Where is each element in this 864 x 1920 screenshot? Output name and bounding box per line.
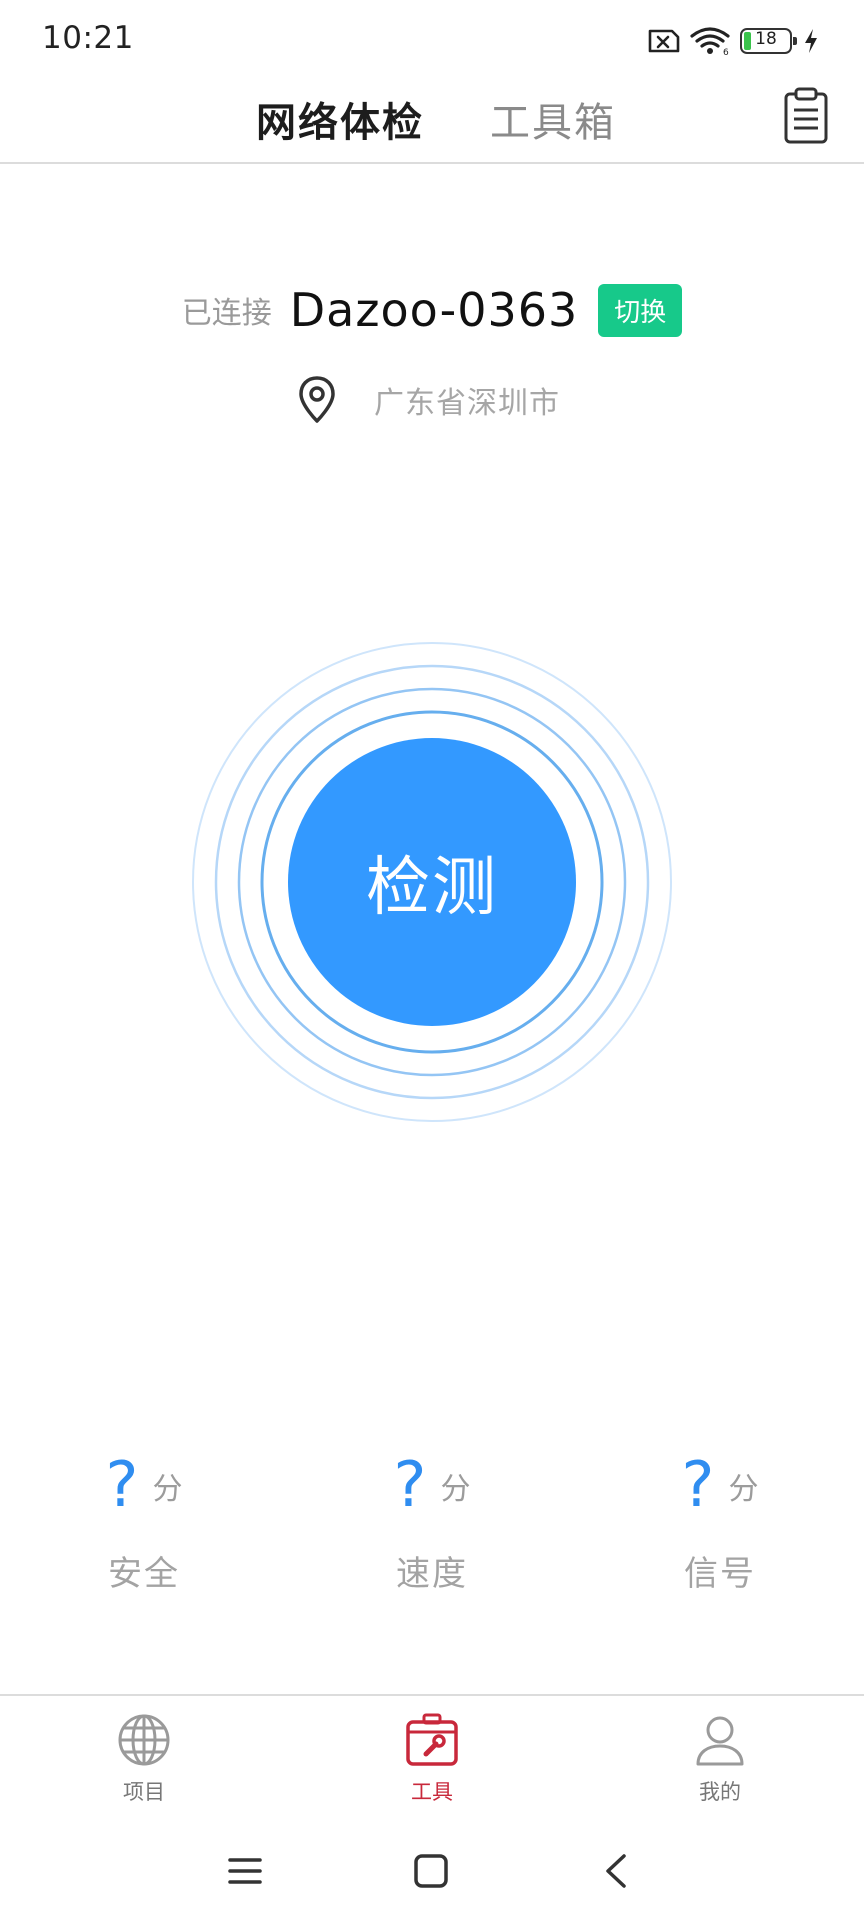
sim-off-icon (648, 29, 680, 53)
tab-network-check[interactable]: 网络体检 (256, 90, 424, 148)
location-row: 广东省深圳市 (296, 372, 560, 428)
detect-area: 检测 (190, 640, 674, 1124)
scores-row: ? 分 安全 ? 分 速度 ? 分 信号 (0, 1440, 864, 1600)
battery-icon: 18 (740, 28, 797, 54)
score-unit: 分 (152, 1472, 183, 1507)
user-icon (696, 1716, 744, 1766)
globe-icon (118, 1714, 170, 1766)
nav-label: 我的 (699, 1780, 741, 1804)
clipboard-icon[interactable] (782, 86, 830, 144)
charging-icon (805, 29, 817, 53)
home-icon[interactable] (408, 1848, 454, 1894)
detect-label: 检测 (366, 851, 498, 925)
score-signal: ? 分 信号 (620, 1440, 820, 1595)
connection-status-label: 已连接 (181, 296, 272, 331)
menu-icon[interactable] (222, 1848, 268, 1894)
system-nav-bar (0, 1820, 864, 1920)
wifi-icon: 6 (690, 27, 730, 56)
score-unit: 分 (440, 1472, 471, 1507)
detect-button[interactable]: 检测 (288, 738, 576, 1026)
back-icon[interactable] (594, 1848, 640, 1894)
bottom-nav: 项目 工具 我的 (0, 1694, 864, 1814)
location-pin-icon (299, 376, 335, 423)
svg-text:6: 6 (723, 48, 729, 56)
header: 网络体检 工具箱 (0, 78, 864, 164)
status-time: 10:21 (42, 20, 134, 56)
location-text: 广东省深圳市 (374, 386, 560, 421)
toolbox-icon (406, 1713, 458, 1766)
score-name: 安全 (108, 1554, 180, 1594)
nav-item-me[interactable]: 我的 (650, 1712, 790, 1806)
score-value: ? (105, 1448, 139, 1521)
nav-label: 工具 (411, 1780, 453, 1804)
switch-network-button[interactable]: 切换 (598, 283, 683, 337)
app-screen: 10:21 6 18 网络体检 工具箱 已连接 Dazoo-0363 切换 广东… (0, 0, 864, 1920)
status-bar: 10:21 6 18 (0, 0, 864, 78)
score-name: 信号 (684, 1554, 756, 1594)
tab-toolbox[interactable]: 工具箱 (490, 90, 616, 148)
nav-item-projects[interactable]: 项目 (74, 1712, 214, 1806)
nav-label: 项目 (123, 1780, 165, 1804)
score-speed: ? 分 速度 (332, 1440, 532, 1595)
score-unit: 分 (728, 1472, 759, 1507)
score-security: ? 分 安全 (44, 1440, 244, 1595)
score-value: ? (681, 1448, 715, 1521)
score-name: 速度 (396, 1554, 468, 1594)
battery-level: 18 (755, 29, 777, 49)
connection-row: 已连接 Dazoo-0363 切换 (0, 280, 864, 340)
status-icons: 6 18 (646, 24, 820, 58)
wifi-ssid: Dazoo-0363 (289, 283, 579, 337)
score-value: ? (393, 1448, 427, 1521)
nav-item-tools[interactable]: 工具 (362, 1712, 502, 1806)
